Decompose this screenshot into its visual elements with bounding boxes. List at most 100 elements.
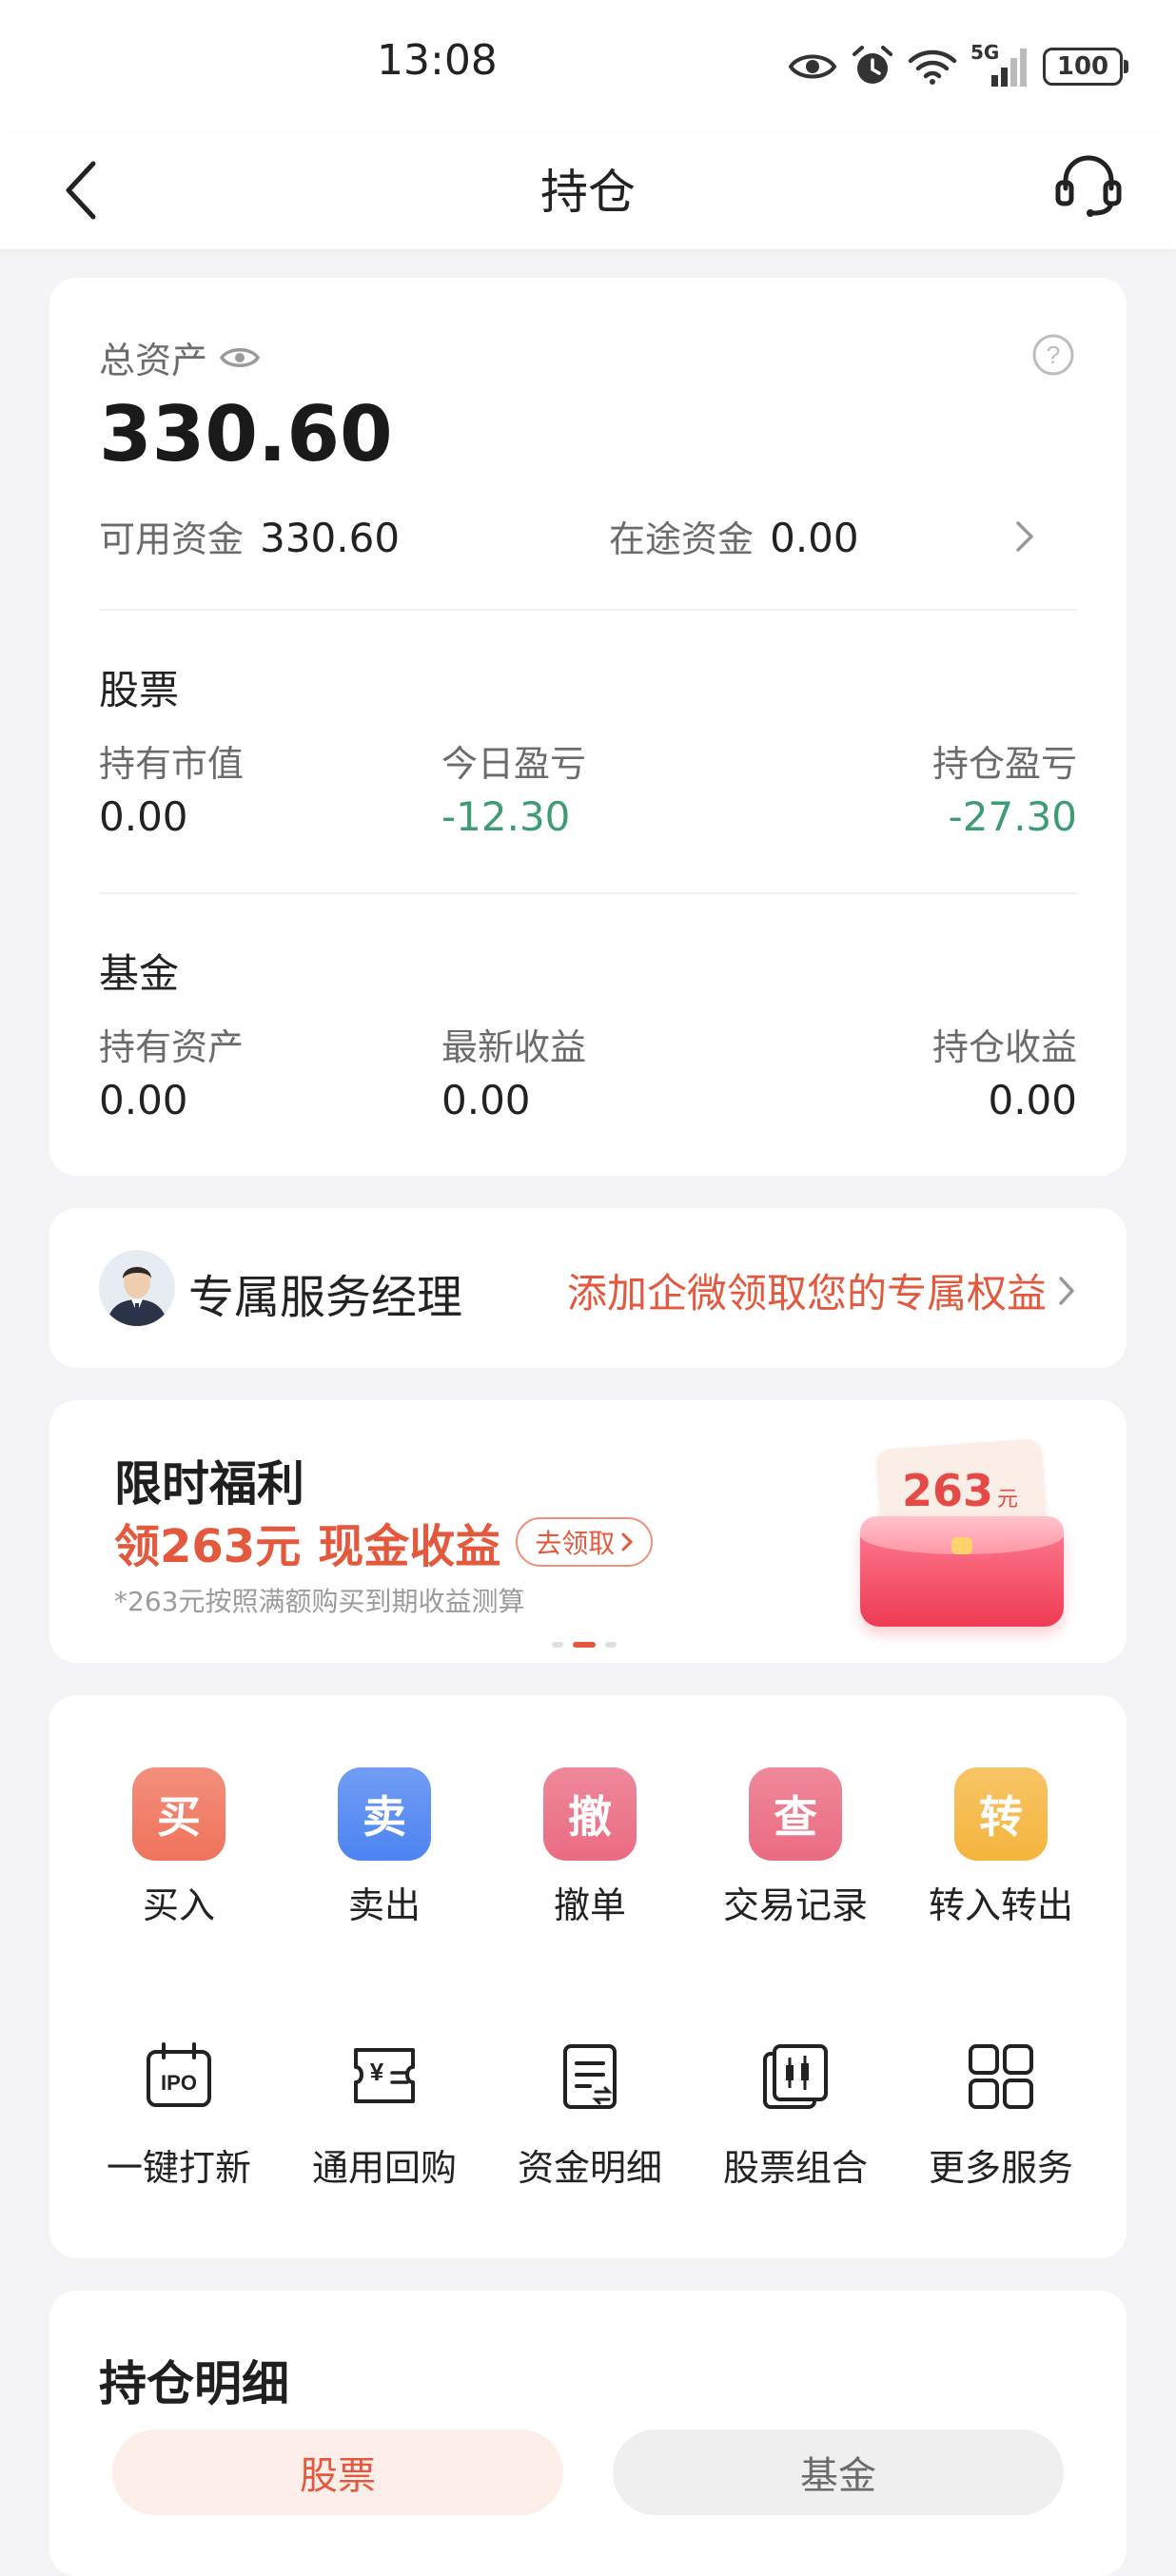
service-1[interactable]: 卖卖出 [282, 1767, 487, 1928]
service-3[interactable]: 查交易记录 [693, 1767, 898, 1928]
service-label: 资金明细 [517, 2147, 662, 2189]
chevron-right-icon [1059, 1276, 1074, 1305]
promo-claim-button[interactable]: 去领取 [516, 1517, 654, 1567]
fund-latest-label: 最新收益 [441, 1026, 587, 1068]
promo-badge-amount: 263 [901, 1465, 993, 1516]
holdings-tab-fund-label: 基金 [800, 2454, 876, 2498]
service-glyph-icon: 撤 [543, 1767, 637, 1861]
service-4[interactable]: 转转入转出 [898, 1767, 1104, 1928]
transit-funds-value: 0.00 [770, 515, 859, 561]
service-label: 更多服务 [928, 2147, 1073, 2189]
service-label: 交易记录 [722, 1884, 868, 1926]
status-bar: 13:08 5G 100 [0, 0, 1176, 133]
transit-funds[interactable]: 在途资金 0.00 [609, 510, 859, 562]
service-0[interactable]: 买买入 [76, 1767, 282, 1928]
holdings-tab-fund[interactable]: 基金 [613, 2430, 1064, 2515]
available-funds-value: 330.60 [260, 515, 401, 561]
stock-position-pl-label: 持仓盈亏 [931, 743, 1077, 785]
total-assets-header: 总资产 [99, 331, 261, 383]
total-assets-label: 总资产 [99, 340, 208, 381]
ipo-text: IPO [161, 2071, 197, 2095]
stock-today-pl: -12.30 [441, 793, 571, 840]
available-funds-label: 可用资金 [99, 518, 245, 560]
manager-avatar [99, 1250, 175, 1326]
carousel-dot-active[interactable] [573, 1642, 596, 1648]
stock-today-pl-label: 今日盈亏 [441, 743, 587, 785]
stock-portfolio-icon [749, 2030, 842, 2123]
fund-latest-value: 0.00 [441, 1077, 531, 1123]
divider [99, 609, 1077, 611]
carousel-indicator [552, 1642, 617, 1648]
svg-text:?: ? [1047, 341, 1060, 369]
fund-position-label: 持仓收益 [931, 1026, 1077, 1068]
service-label: 股票组合 [722, 2147, 868, 2189]
service-secondary-2[interactable]: 资金明细 [487, 2030, 693, 2191]
service-label: 通用回购 [311, 2147, 457, 2189]
promo-title: 限时福利 [114, 1456, 304, 1512]
fund-section-title: 基金 [99, 950, 180, 997]
service-secondary-1[interactable]: ¥ 通用回购 [282, 2030, 487, 2191]
promo-claim-label: 去领取 [535, 1528, 616, 1559]
manager-link-text: 添加企微领取您的专属权益 [566, 1270, 1047, 1317]
total-assets-value: 330.60 [99, 390, 393, 478]
holdings-tab-stock[interactable]: 股票 [112, 2430, 563, 2515]
service-secondary-0[interactable]: IPO 一键打新 [76, 2030, 282, 2191]
service-label: 转入转出 [928, 1884, 1073, 1926]
service-2[interactable]: 撤撤单 [487, 1767, 693, 1928]
services-card: 买买入卖卖出撤撤单查交易记录转转入转出 IPO 一键打新 ¥ 通用回购 资金明细 股票组合更… [49, 1695, 1127, 2258]
manager-title: 专属服务经理 [188, 1271, 463, 1324]
stock-position-pl: -27.30 [948, 793, 1077, 840]
chevron-right-icon [621, 1532, 634, 1551]
holdings-card: 持仓明细 股票 基金 [49, 2291, 1127, 2576]
carousel-dot[interactable] [552, 1642, 563, 1648]
battery-level: 100 [1056, 52, 1109, 81]
stock-market-value-label: 持有市值 [99, 743, 245, 785]
promo-income-text: 现金收益 [318, 1520, 501, 1573]
available-funds: 可用资金 330.60 [99, 510, 400, 562]
chevron-right-icon[interactable] [1010, 517, 1037, 556]
alarm-icon [853, 46, 892, 84]
ipo-calendar-icon: IPO [132, 2030, 225, 2123]
promo-highlight: 领263元 现金收益 去领取 [114, 1509, 654, 1575]
nav-bar: 持仓 [0, 133, 1176, 249]
fund-holding-value: 0.00 [99, 1077, 188, 1123]
service-glyph-icon: 买 [132, 1767, 225, 1861]
signal-icon [991, 49, 1027, 87]
service-secondary-3[interactable]: 股票组合 [693, 2030, 898, 2191]
promo-badge-unit: 元 [997, 1488, 1019, 1512]
manager-link[interactable]: 添加企微领取您的专属权益 [567, 1261, 1077, 1319]
holdings-title: 持仓明细 [99, 2356, 289, 2411]
wifi-icon [908, 49, 957, 85]
fund-detail-icon [543, 2030, 637, 2123]
yuan-text: ¥ [370, 2058, 384, 2086]
assets-card: 总资产 ? 330.60 可用资金 330.60 在途资金 0.00 股票 持有… [49, 278, 1127, 1176]
page-title: 持仓 [540, 165, 636, 220]
customer-service-icon[interactable] [1052, 148, 1125, 221]
service-secondary-4[interactable]: 更多服务 [898, 2030, 1104, 2191]
service-label: 买入 [142, 1884, 215, 1926]
eye-toggle-icon[interactable] [219, 343, 261, 372]
fund-position-value: 0.00 [988, 1077, 1077, 1123]
service-manager-card[interactable]: 专属服务经理 添加企微领取您的专属权益 [49, 1208, 1127, 1368]
signal-indicator: 5G [970, 41, 1029, 88]
stock-section-title: 股票 [99, 667, 180, 713]
divider [99, 892, 1077, 894]
promo-note: *263元按照满额购买到期收益测算 [114, 1586, 525, 1617]
repo-ticket-icon: ¥ [338, 2030, 431, 2123]
service-glyph-icon: 查 [749, 1767, 842, 1861]
carousel-dot[interactable] [605, 1642, 617, 1648]
status-icons: 5G 100 [788, 38, 1128, 95]
stock-market-value: 0.00 [99, 793, 188, 840]
promo-banner[interactable]: 限时福利 领263元 现金收益 去领取 *263元按照满额购买到期收益测算 26… [49, 1400, 1127, 1663]
promo-amount-text: 领263元 [114, 1520, 302, 1573]
service-glyph-icon: 转 [954, 1767, 1048, 1861]
holdings-tab-stock-label: 股票 [300, 2454, 376, 2498]
service-glyph-icon: 卖 [338, 1767, 431, 1861]
red-envelope-illustration: 263 元 [860, 1438, 1064, 1627]
service-label: 一键打新 [106, 2147, 251, 2189]
service-label: 撤单 [553, 1884, 626, 1926]
fund-holding-label: 持有资产 [99, 1026, 245, 1068]
eye-icon [788, 54, 837, 79]
help-icon[interactable]: ? [1031, 333, 1075, 377]
grid-icon [954, 2030, 1048, 2123]
